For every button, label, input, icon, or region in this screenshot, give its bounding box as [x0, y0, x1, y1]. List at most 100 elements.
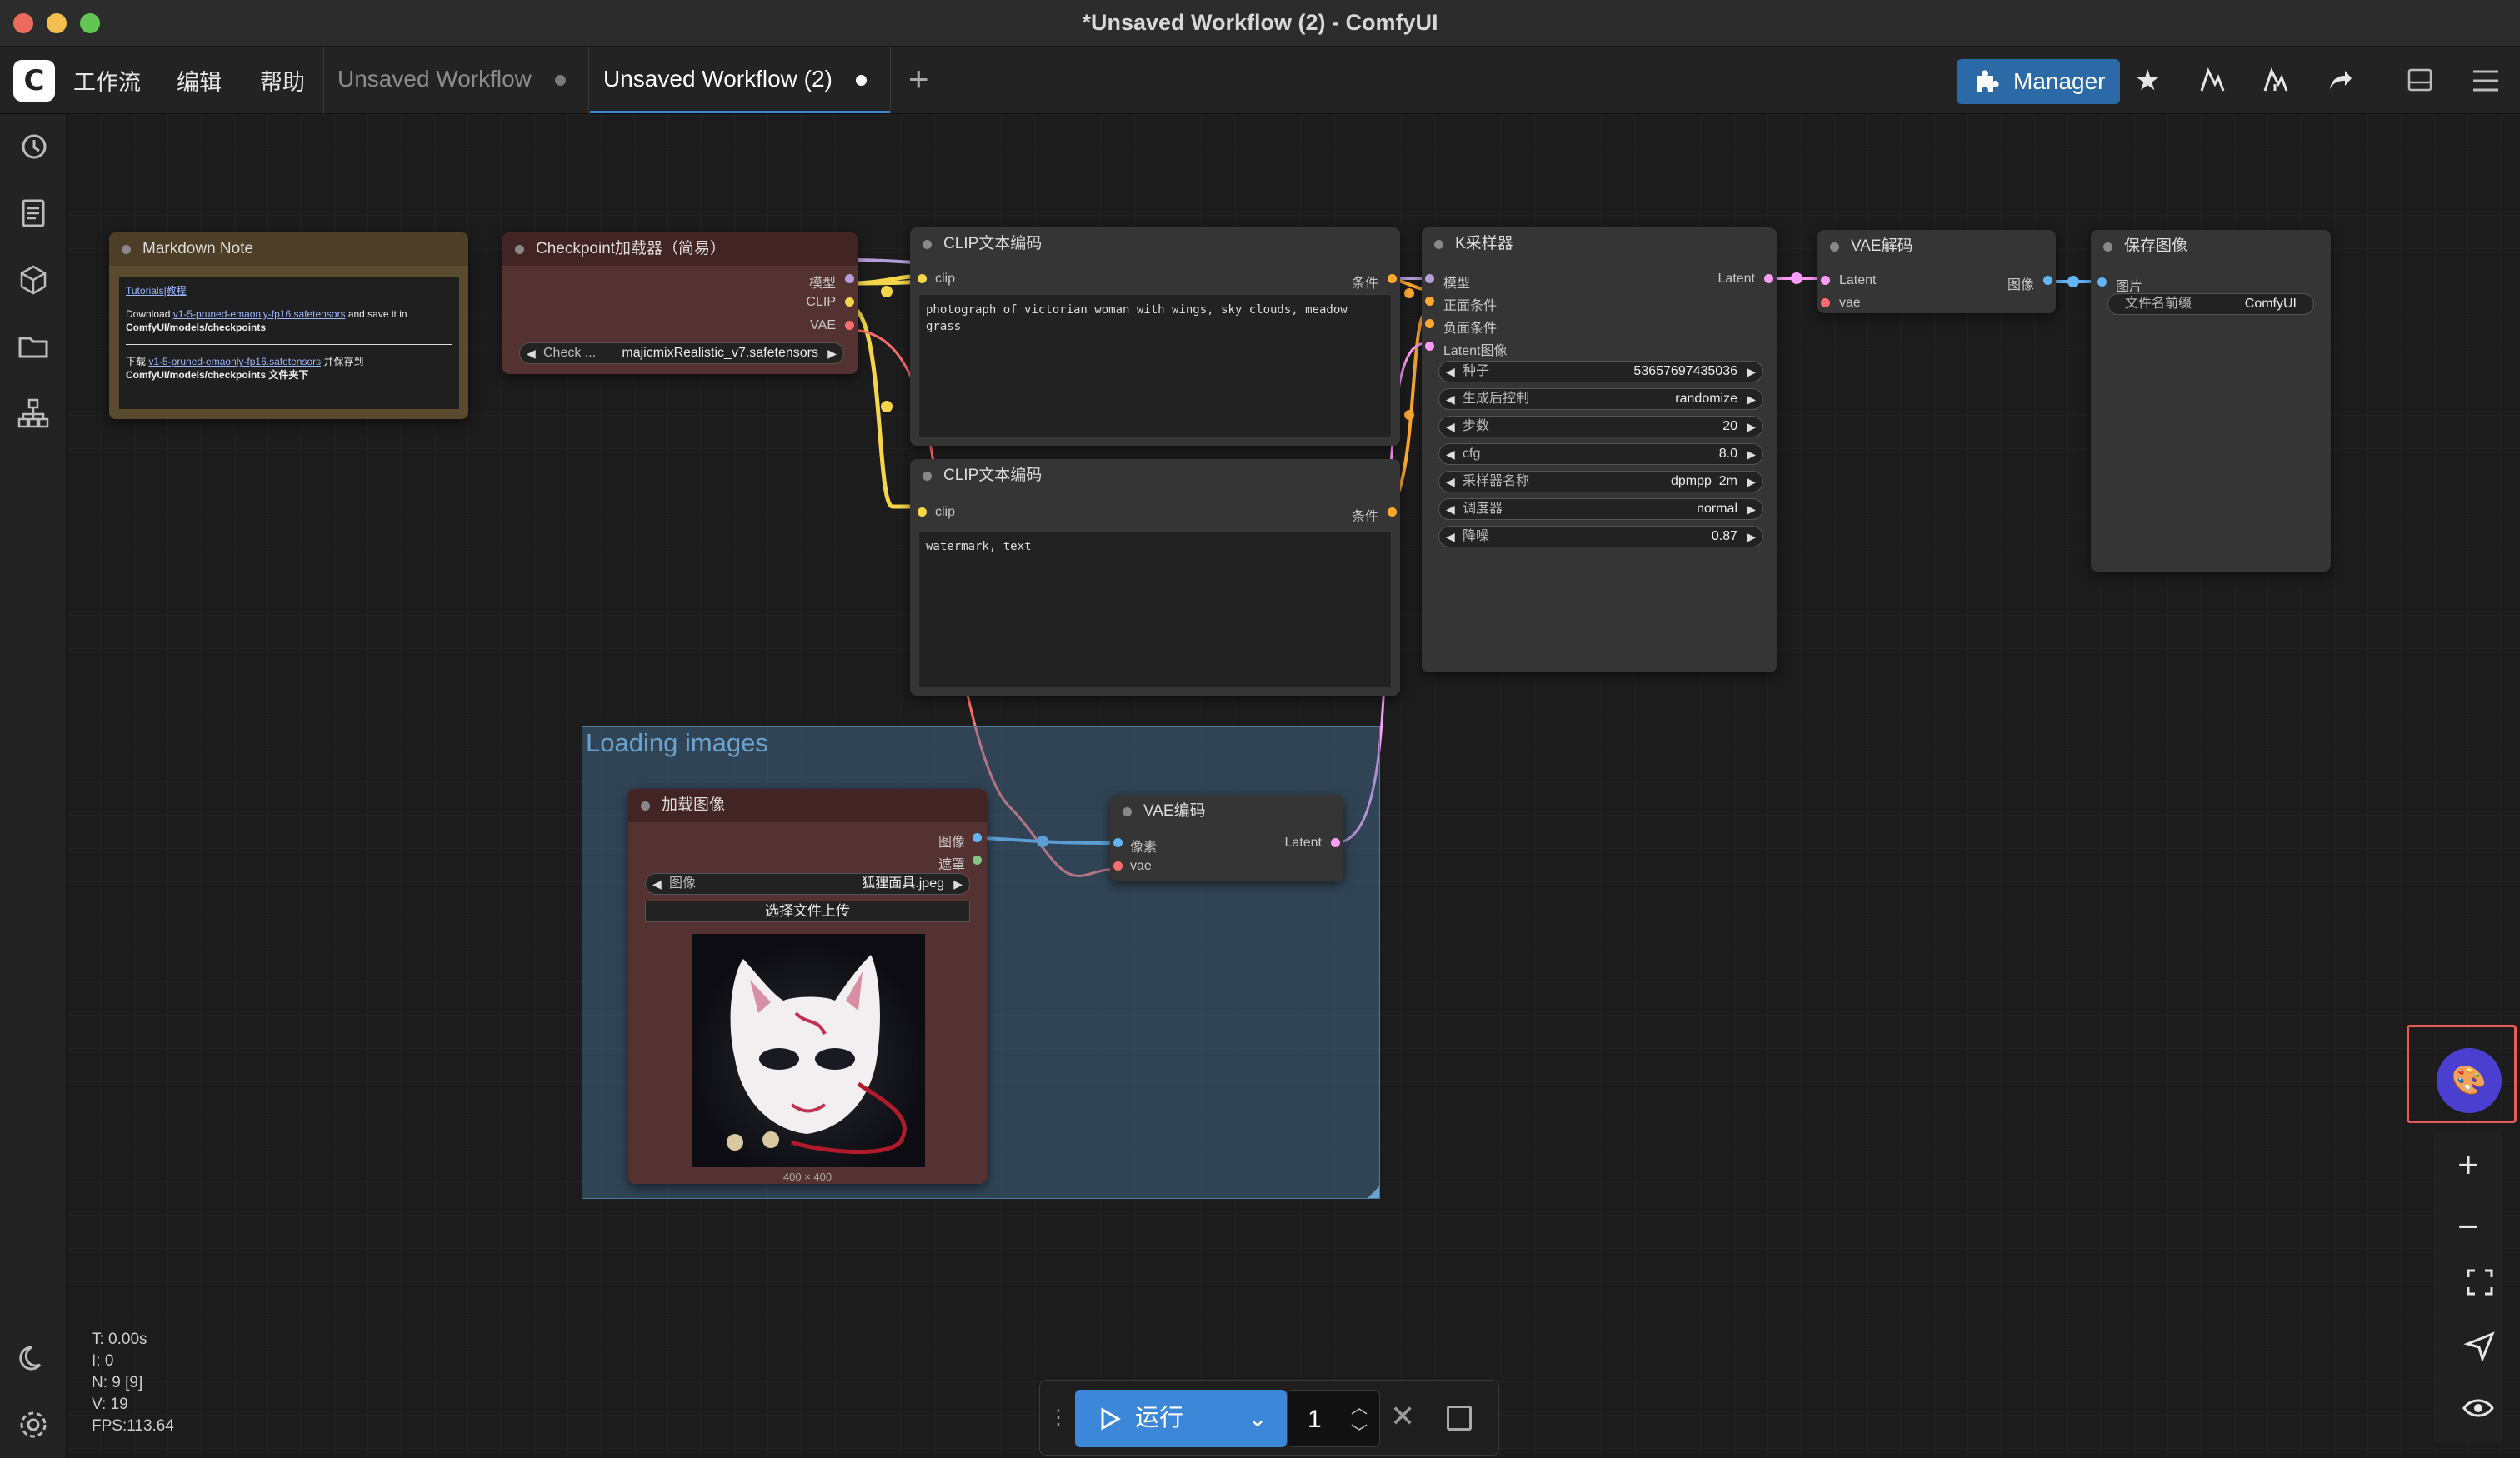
manager-button[interactable]: Manager	[1957, 59, 2120, 104]
moon-icon[interactable]	[17, 1341, 50, 1375]
model-download-link-cn[interactable]: v1-5-pruned-emaonly-fp16.safetensors	[148, 356, 321, 367]
toggle-panel-icon[interactable]	[2407, 67, 2433, 92]
menu-help[interactable]: 帮助	[260, 64, 305, 97]
zoom-in-icon[interactable]: +	[2443, 1145, 2493, 1186]
unload-models-icon[interactable]	[2198, 66, 2227, 94]
vae-encode-node[interactable]: VAE编码 像素 vae Latent	[1110, 795, 1343, 881]
increment-icon[interactable]: ︿	[1351, 1394, 1368, 1418]
history-icon[interactable]	[17, 130, 50, 163]
save-image-node[interactable]: 保存图像 图片 文件名前缀 ComfyUI	[2091, 230, 2331, 572]
output-mask-dot[interactable]	[972, 856, 982, 865]
settings-icon[interactable]	[17, 1408, 50, 1441]
cancel-run-icon[interactable]: ✕	[1390, 1399, 1415, 1434]
node-title: 保存图像	[2091, 230, 2331, 263]
navigate-icon[interactable]	[2455, 1331, 2505, 1361]
image-preview	[692, 934, 925, 1167]
decrement-icon[interactable]: ﹀	[1351, 1419, 1368, 1443]
node-tree-icon[interactable]	[17, 397, 50, 430]
output-latent-dot[interactable]	[1764, 274, 1773, 283]
eye-icon[interactable]	[2453, 1396, 2503, 1420]
menu-workflow[interactable]: 工作流	[73, 64, 141, 97]
control-after-generate-widget[interactable]: ◀ 生成后控制 randomize ▶	[1438, 388, 1763, 410]
input-vae: vae	[1839, 296, 1861, 310]
input-negative-dot[interactable]	[1425, 319, 1434, 328]
tutorial-link[interactable]: Tutorials|教程	[126, 284, 452, 297]
input-vae-dot[interactable]	[1821, 298, 1830, 307]
graph-canvas[interactable]: Markdown Note Tutorials|教程 Download v1-5…	[68, 115, 2520, 1458]
sampler-name-widget[interactable]: ◀ 采样器名称 dpmpp_2m ▶	[1438, 471, 1763, 492]
zoom-out-icon[interactable]: −	[2443, 1206, 2493, 1248]
canvas-stats: T: 0.00s I: 0 N: 9 [9] V: 19 FPS:113.64	[92, 1331, 174, 1435]
fox-mask-image	[727, 955, 907, 1155]
input-clip-dot[interactable]	[918, 507, 927, 517]
output-vae-dot[interactable]	[845, 321, 854, 330]
output-clip-dot[interactable]	[845, 297, 854, 307]
input-image-dot[interactable]	[2098, 277, 2107, 287]
output-latent-dot[interactable]	[1331, 838, 1340, 847]
upload-button[interactable]: 选择文件上传	[645, 901, 970, 922]
stop-queue-icon[interactable]	[1447, 1406, 1472, 1431]
unsaved-dot-icon	[855, 75, 867, 87]
tab-unsaved-workflow-2[interactable]: Unsaved Workflow (2)	[603, 47, 867, 114]
output-image: 图像	[2007, 278, 2034, 292]
menu-edit[interactable]: 编辑	[177, 64, 222, 97]
output-model: 模型	[808, 277, 836, 291]
clip-text-encode-positive-node[interactable]: CLIP文本编码 clip 条件 photograph of victorian…	[910, 227, 1400, 446]
cube-icon[interactable]	[17, 263, 50, 297]
tab-unsaved-workflow[interactable]: Unsaved Workflow	[338, 47, 566, 114]
vae-decode-node[interactable]: VAE解码 Latent vae 图像	[1818, 230, 2056, 313]
positive-prompt-textarea[interactable]: photograph of victorian woman with wings…	[918, 294, 1392, 437]
input-positive-dot[interactable]	[1425, 297, 1434, 306]
batch-count-value: 1	[1308, 1406, 1322, 1433]
tab-label: Unsaved Workflow (2)	[603, 66, 832, 92]
batch-count-input[interactable]: 1 ︿ ﹀	[1287, 1390, 1380, 1447]
ckpt-name-widget[interactable]: ◀ Check ... majicmixRealistic_v7.safetenso…	[519, 342, 844, 364]
output-conditioning-dot[interactable]	[1388, 274, 1397, 283]
node-title: VAE解码	[1818, 230, 2056, 263]
negative-prompt-textarea[interactable]: watermark, text	[918, 531, 1392, 687]
document-icon[interactable]	[17, 197, 50, 230]
output-conditioning-dot[interactable]	[1388, 507, 1397, 517]
fit-view-icon[interactable]	[2455, 1268, 2505, 1296]
comfy-logo-icon[interactable]: C	[13, 60, 55, 102]
clip-text-encode-negative-node[interactable]: CLIP文本编码 clip 条件 watermark, text	[910, 459, 1400, 696]
checkpoint-loader-node[interactable]: Checkpoint加载器（简易） 模型 CLIP VAE ◀ Check ...…	[502, 232, 858, 374]
output-model-dot[interactable]	[845, 274, 854, 283]
ksampler-node[interactable]: K采样器 模型 正面条件 负面条件 Latent图像 Latent ◀ 种子 536…	[1422, 227, 1777, 672]
output-latent: Latent	[1284, 836, 1322, 850]
active-tab-indicator	[590, 111, 890, 113]
add-tab-icon[interactable]: +	[908, 59, 929, 99]
folder-icon[interactable]	[17, 330, 50, 363]
share-icon[interactable]	[2327, 67, 2353, 92]
node-title: VAE编码	[1110, 795, 1343, 828]
input-clip-dot[interactable]	[918, 274, 927, 283]
denoise-widget[interactable]: ◀ 降噪 0.87 ▶	[1438, 526, 1763, 547]
group-resize-handle[interactable]	[1368, 1186, 1379, 1198]
input-vae-dot[interactable]	[1113, 861, 1122, 871]
model-download-link[interactable]: v1-5-pruned-emaonly-fp16.safetensors	[173, 308, 346, 320]
free-memory-icon[interactable]	[2262, 66, 2290, 94]
color-palette-button[interactable]: 🎨	[2437, 1048, 2502, 1113]
scheduler-widget[interactable]: ◀ 调度器 normal ▶	[1438, 498, 1763, 520]
markdown-note-node[interactable]: Markdown Note Tutorials|教程 Download v1-5…	[109, 232, 468, 419]
input-latent-dot[interactable]	[1821, 276, 1830, 285]
image-select-widget[interactable]: ◀ 图像 狐狸面具.jpeg ▶	[645, 873, 970, 895]
load-image-node[interactable]: 加载图像 图像 遮罩 ◀ 图像 狐狸面具.jpeg ▶ 选择文件上传 400 ×…	[628, 789, 987, 1184]
output-image-dot[interactable]	[972, 833, 982, 842]
steps-widget[interactable]: ◀ 步数 20 ▶	[1438, 416, 1763, 437]
output-image-dot[interactable]	[2043, 276, 2052, 285]
manager-label: Manager	[2013, 68, 2106, 94]
seed-widget[interactable]: ◀ 种子 53657697435036 ▶	[1438, 361, 1763, 382]
run-options-chevron-icon[interactable]: ⌄	[1228, 1390, 1287, 1447]
input-model-dot[interactable]	[1425, 274, 1434, 283]
image-dimensions: 400 × 400	[782, 1171, 832, 1183]
input-latent-dot[interactable]	[1425, 342, 1434, 351]
hamburger-menu-icon[interactable]	[2472, 69, 2500, 92]
star-icon[interactable]: ★	[2135, 64, 2160, 97]
input-latent: Latent图像	[1443, 344, 1508, 358]
filename-prefix-widget[interactable]: 文件名前缀 ComfyUI	[2108, 293, 2314, 315]
group-title: Loading images	[586, 728, 768, 757]
cfg-widget[interactable]: ◀ cfg 8.0 ▶	[1438, 443, 1763, 465]
input-pixels-dot[interactable]	[1113, 838, 1122, 847]
run-label: 运行	[1135, 1405, 1184, 1431]
